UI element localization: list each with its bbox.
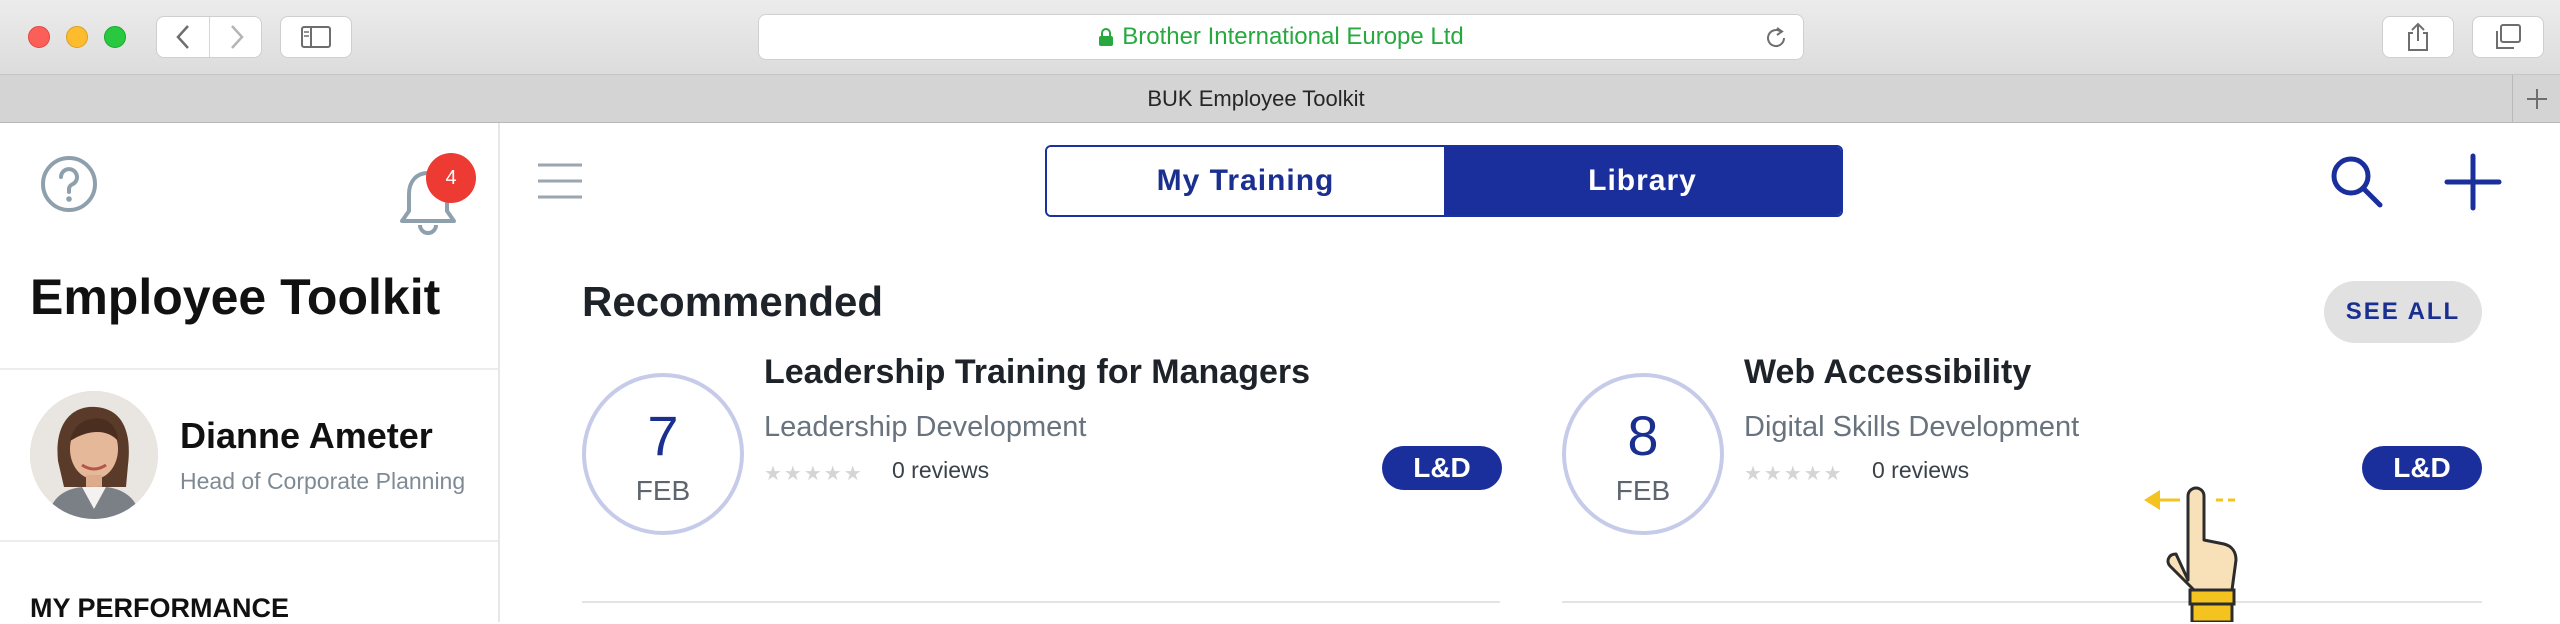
course-card[interactable]: 8 FEB Web Accessibility Digital Skills D… [1562, 353, 2502, 603]
divider [0, 368, 498, 370]
forward-button[interactable] [210, 17, 263, 57]
course-category: Leadership Development [764, 411, 1087, 443]
tab-strip: BUK Employee Toolkit [0, 75, 2560, 123]
tab-title: BUK Employee Toolkit [1147, 86, 1365, 111]
star-rating: ★★★★★ [1744, 463, 1844, 485]
course-card[interactable]: 7 FEB Leadership Training for Managers L… [582, 353, 1522, 603]
divider [1562, 601, 2482, 603]
reload-icon[interactable] [1763, 25, 1789, 51]
share-button[interactable] [2382, 16, 2454, 58]
category-tag: L&D [1382, 446, 1502, 490]
lock-icon [1099, 28, 1114, 46]
chevron-right-icon [230, 25, 244, 49]
divider [0, 540, 498, 542]
notification-badge: 4 [426, 153, 476, 203]
show-tabs-button[interactable] [2472, 16, 2544, 58]
date-badge: 7 FEB [582, 373, 744, 535]
avatar[interactable] [30, 391, 158, 519]
course-category: Digital Skills Development [1744, 411, 2080, 443]
main-panel: My Training Library Recommended SEE ALL … [502, 123, 2560, 622]
user-name: Dianne Ameter [180, 415, 433, 456]
date-month: FEB [1615, 475, 1671, 506]
plus-icon [2526, 89, 2547, 109]
active-tab[interactable]: BUK Employee Toolkit [0, 75, 2512, 123]
address-bar[interactable]: Brother International Europe Ltd [758, 14, 1804, 60]
sidebar: 4 Employee Toolkit Dianne Ameter Head of… [0, 123, 500, 623]
hamburger-icon[interactable] [536, 157, 584, 205]
training-segmented-control: My Training Library [1045, 145, 1843, 217]
section-title-my-performance: MY PERFORMANCE [30, 593, 290, 623]
search-icon[interactable] [2328, 153, 2384, 209]
star-rating: ★★★★★ [764, 463, 864, 485]
browser-titlebar: Brother International Europe Ltd [0, 0, 2560, 75]
recommended-heading: Recommended [582, 278, 884, 325]
divider [582, 601, 1500, 603]
review-count: 0 reviews [1872, 457, 1970, 483]
date-day: 7 [647, 404, 679, 467]
history-nav [156, 16, 262, 58]
user-role: Head of Corporate Planning [180, 468, 466, 494]
course-title: Leadership Training for Managers [764, 353, 1311, 391]
date-day: 8 [1627, 404, 1659, 467]
notifications-button[interactable]: 4 [396, 153, 476, 235]
url-text: Brother International Europe Ltd [1122, 23, 1464, 50]
sidebar-icon [301, 26, 331, 48]
profile-photo [30, 391, 158, 519]
minimize-window-button[interactable] [66, 26, 88, 48]
share-icon [2408, 22, 2428, 51]
category-tag: L&D [2362, 446, 2482, 490]
tab-library[interactable]: Library [1444, 147, 1841, 215]
help-icon[interactable] [40, 155, 98, 213]
tab-my-training[interactable]: My Training [1047, 147, 1444, 215]
new-tab-button[interactable] [2512, 75, 2560, 123]
add-icon[interactable] [2444, 153, 2502, 211]
chevron-left-icon [176, 25, 189, 49]
course-title: Web Accessibility [1744, 353, 2032, 391]
date-badge: 8 FEB [1562, 373, 1724, 535]
app-title: Employee Toolkit [30, 269, 441, 325]
see-all-button[interactable]: SEE ALL [2324, 281, 2482, 343]
sidebar-toggle-button[interactable] [280, 16, 352, 58]
date-month: FEB [635, 475, 691, 506]
swipe-hand-icon [2144, 486, 2238, 622]
tabs-icon [2496, 24, 2521, 49]
close-window-button[interactable] [28, 26, 50, 48]
back-button[interactable] [157, 17, 210, 57]
zoom-window-button[interactable] [104, 26, 126, 48]
review-count: 0 reviews [892, 457, 990, 483]
